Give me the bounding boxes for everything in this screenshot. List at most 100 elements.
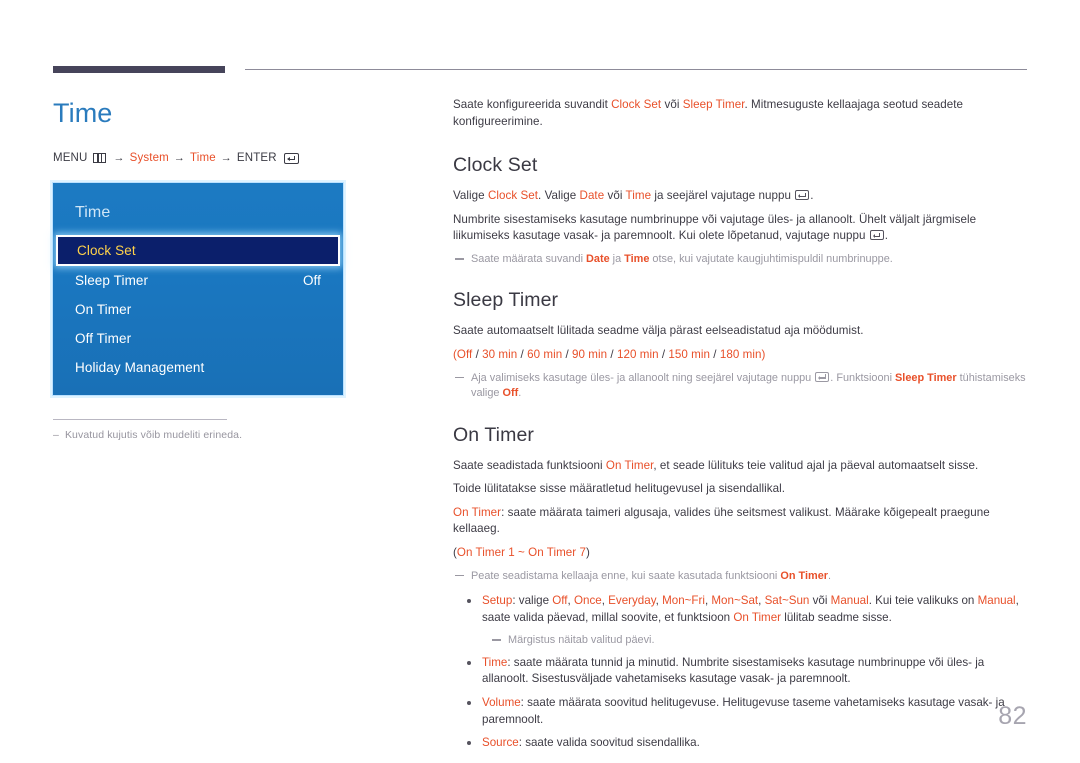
- osd-item-holiday-management[interactable]: Holiday Management: [53, 353, 343, 382]
- bullet-setup-kw2: Manual: [830, 594, 869, 608]
- bullet-setup-opt-1: Once: [574, 594, 602, 608]
- bullet-dot-icon: [467, 599, 471, 604]
- note-dash-icon: [455, 574, 464, 577]
- sleep-timer-note-part1: Aja valimiseks kasutage üles- ja allanoo…: [471, 371, 815, 384]
- intro-keyword-clock-set: Clock Set: [611, 98, 662, 111]
- osd-item-on-timer[interactable]: On Timer: [53, 295, 343, 324]
- on-timer-p1: Saate seadistada funktsiooni On Timer, e…: [453, 458, 1028, 475]
- list-item-text: Setup: valige Off, Once, Everyday, Mon~F…: [482, 594, 1019, 624]
- clock-set-p1-part2: . Valige: [538, 189, 580, 203]
- clock-set-p2-text: Numbrite sisestamiseks kasutage numbrinu…: [453, 212, 977, 243]
- sleep-timer-option-4: 120 min: [616, 348, 659, 362]
- header-rule-thick: [53, 66, 225, 73]
- clock-set-p1-part1: Valige: [453, 189, 488, 203]
- section-heading-clock-set: Clock Set: [453, 154, 538, 177]
- sleep-timer-note-text: Aja valimiseks kasutage üles- ja allanoo…: [471, 371, 1028, 402]
- bullet-source-part1: saate valida soovitud sisendallika.: [525, 736, 700, 750]
- clock-set-note-kw-time: Time: [624, 252, 650, 265]
- enter-key-icon: [869, 230, 884, 241]
- osd-panel: Time Clock Set Sleep Timer Off On Timer …: [50, 180, 346, 398]
- manual-page: Time MENU → System → Time → ENTER Time C…: [0, 0, 1080, 763]
- sleep-timer-options: (Off / 30 min / 60 min / 90 min / 120 mi…: [453, 347, 1028, 364]
- bullet-setup-opt-0: Off: [552, 594, 568, 608]
- bullet-volume-part1: saate määrata soovitud helitugevuse. Hel…: [482, 696, 1005, 726]
- bullet-setup-kw4: On Timer: [733, 610, 782, 624]
- bullet-setup-part2: või: [809, 594, 831, 608]
- osd-item-clock-set[interactable]: Clock Set: [56, 235, 340, 266]
- clock-set-note-part2: ja: [609, 252, 625, 265]
- sleep-timer-p1: Saate automaatselt lülitada seadme välja…: [453, 324, 864, 338]
- bullet-setup-kw: Setup: [482, 594, 513, 608]
- breadcrumb-arrow-3: →: [220, 152, 232, 164]
- bullet-sub-note: Märgistus näitab valitud päevi.: [492, 633, 1028, 649]
- bullet-time-kw: Time: [482, 655, 508, 669]
- clock-set-p1-kw1: Clock Set: [487, 189, 539, 203]
- on-timer-bullet-list: Setup: valige Off, Once, Everyday, Mon~F…: [453, 593, 1028, 752]
- header-rule: [53, 66, 1027, 74]
- on-timer-p4: (On Timer 1 ~ On Timer 7): [453, 545, 1028, 562]
- note-dash-icon: [492, 639, 501, 641]
- left-footnote-dash: –: [53, 429, 59, 441]
- osd-item-label: Sleep Timer: [75, 273, 149, 288]
- osd-item-label: Clock Set: [77, 243, 136, 258]
- intro-part1: Saate konfigureerida suvandit: [453, 98, 612, 111]
- osd-item-label: Off Timer: [75, 331, 132, 346]
- note-dash-icon: [455, 376, 464, 379]
- bullet-setup-part5: lülitab seadme sisse.: [781, 610, 892, 624]
- sleep-timer-option-6: 180 min: [719, 348, 762, 362]
- list-item-volume: Volume: saate määrata soovitud helitugev…: [467, 695, 1028, 728]
- bullet-setup-part1: valige: [518, 594, 553, 608]
- osd-item-off-timer[interactable]: Off Timer: [53, 324, 343, 353]
- left-footnote-text: Kuvatud kujutis võib mudeliti erineda.: [64, 429, 243, 441]
- left-column: Time MENU → System → Time → ENTER Time C…: [50, 96, 405, 441]
- intro-paragraph: Saate konfigureerida suvandit Clock Set …: [453, 97, 1028, 130]
- sep: /: [517, 348, 528, 362]
- sep: /: [658, 348, 669, 362]
- on-timer-p1-kw: On Timer: [605, 458, 654, 472]
- bullet-setup-opt-2: Everyday: [608, 594, 656, 608]
- bullet-setup-opt-5: Sat~Sun: [764, 594, 810, 608]
- on-timer-p1-part1: Saate seadistada funktsiooni: [453, 458, 606, 472]
- sep: /: [562, 348, 573, 362]
- enter-key-icon: [795, 190, 810, 201]
- on-timer-note: Peate seadistama kellaaja enne, kui saat…: [455, 569, 1028, 585]
- bullet-dot-icon: [467, 741, 471, 746]
- clock-set-note-kw-date: Date: [586, 252, 610, 265]
- breadcrumb-enter-label: ENTER: [236, 152, 277, 164]
- osd-item-sleep-timer[interactable]: Sleep Timer Off: [53, 266, 343, 295]
- clock-set-p1-part4: ja seejärel vajutage nuppu: [651, 189, 795, 203]
- osd-title: Time: [75, 204, 111, 221]
- clock-set-note-part1: Saate määrata suvandi: [471, 252, 587, 265]
- sleep-timer-option-1: 30 min: [482, 348, 518, 362]
- on-timer-p3-part1: : saate määrata taimeri algusaja, valide…: [453, 505, 990, 536]
- clock-set-p1-kw-date: Date: [579, 189, 605, 203]
- note-dash-icon: [455, 257, 464, 260]
- bullet-source-kw: Source: [482, 736, 519, 750]
- osd-menu-list: Clock Set Sleep Timer Off On Timer Off T…: [53, 235, 343, 382]
- bullet-dot-icon: [467, 701, 471, 705]
- on-timer-p2: Toide lülitatakse sisse määratletud heli…: [453, 482, 786, 496]
- list-item-text: Source: saate valida soovitud sisendalli…: [482, 735, 1028, 752]
- bullet-setup-part3: . Kui teie valikuks on: [868, 594, 978, 608]
- list-item-text: Time: saate määrata tunnid ja minutid. N…: [482, 655, 1028, 688]
- sleep-timer-note-kw-off: Off: [502, 387, 519, 400]
- sleep-timer-option-0: Off: [456, 348, 473, 362]
- sleep-timer-note-kw-sleep-timer: Sleep Timer: [895, 371, 957, 384]
- list-item-time: Time: saate määrata tunnid ja minutid. N…: [467, 655, 1028, 688]
- on-timer-note-kw: On Timer: [780, 569, 828, 582]
- on-timer-p4-close: ): [585, 546, 590, 560]
- breadcrumb-arrow-1: →: [113, 152, 125, 164]
- sep: /: [710, 348, 720, 362]
- on-timer-p3-kw: On Timer: [453, 505, 502, 519]
- section-heading-sleep-timer: Sleep Timer: [453, 289, 559, 312]
- intro-keyword-sleep-timer: Sleep Timer: [682, 98, 745, 111]
- sleep-timer-option-3: 90 min: [572, 348, 608, 362]
- on-timer-p3: On Timer: saate määrata taimeri algusaja…: [453, 505, 1028, 538]
- page-number: 82: [998, 702, 1027, 730]
- sleep-timer-note: Aja valimiseks kasutage üles- ja allanoo…: [455, 371, 1028, 402]
- sleep-timer-option-5: 150 min: [668, 348, 711, 362]
- enter-key-icon: [283, 152, 299, 164]
- right-column: Saate konfigureerida suvandit Clock Set …: [453, 97, 1028, 759]
- list-item-setup: Setup: valige Off, Once, Everyday, Mon~F…: [467, 593, 1028, 626]
- sep: /: [472, 348, 483, 362]
